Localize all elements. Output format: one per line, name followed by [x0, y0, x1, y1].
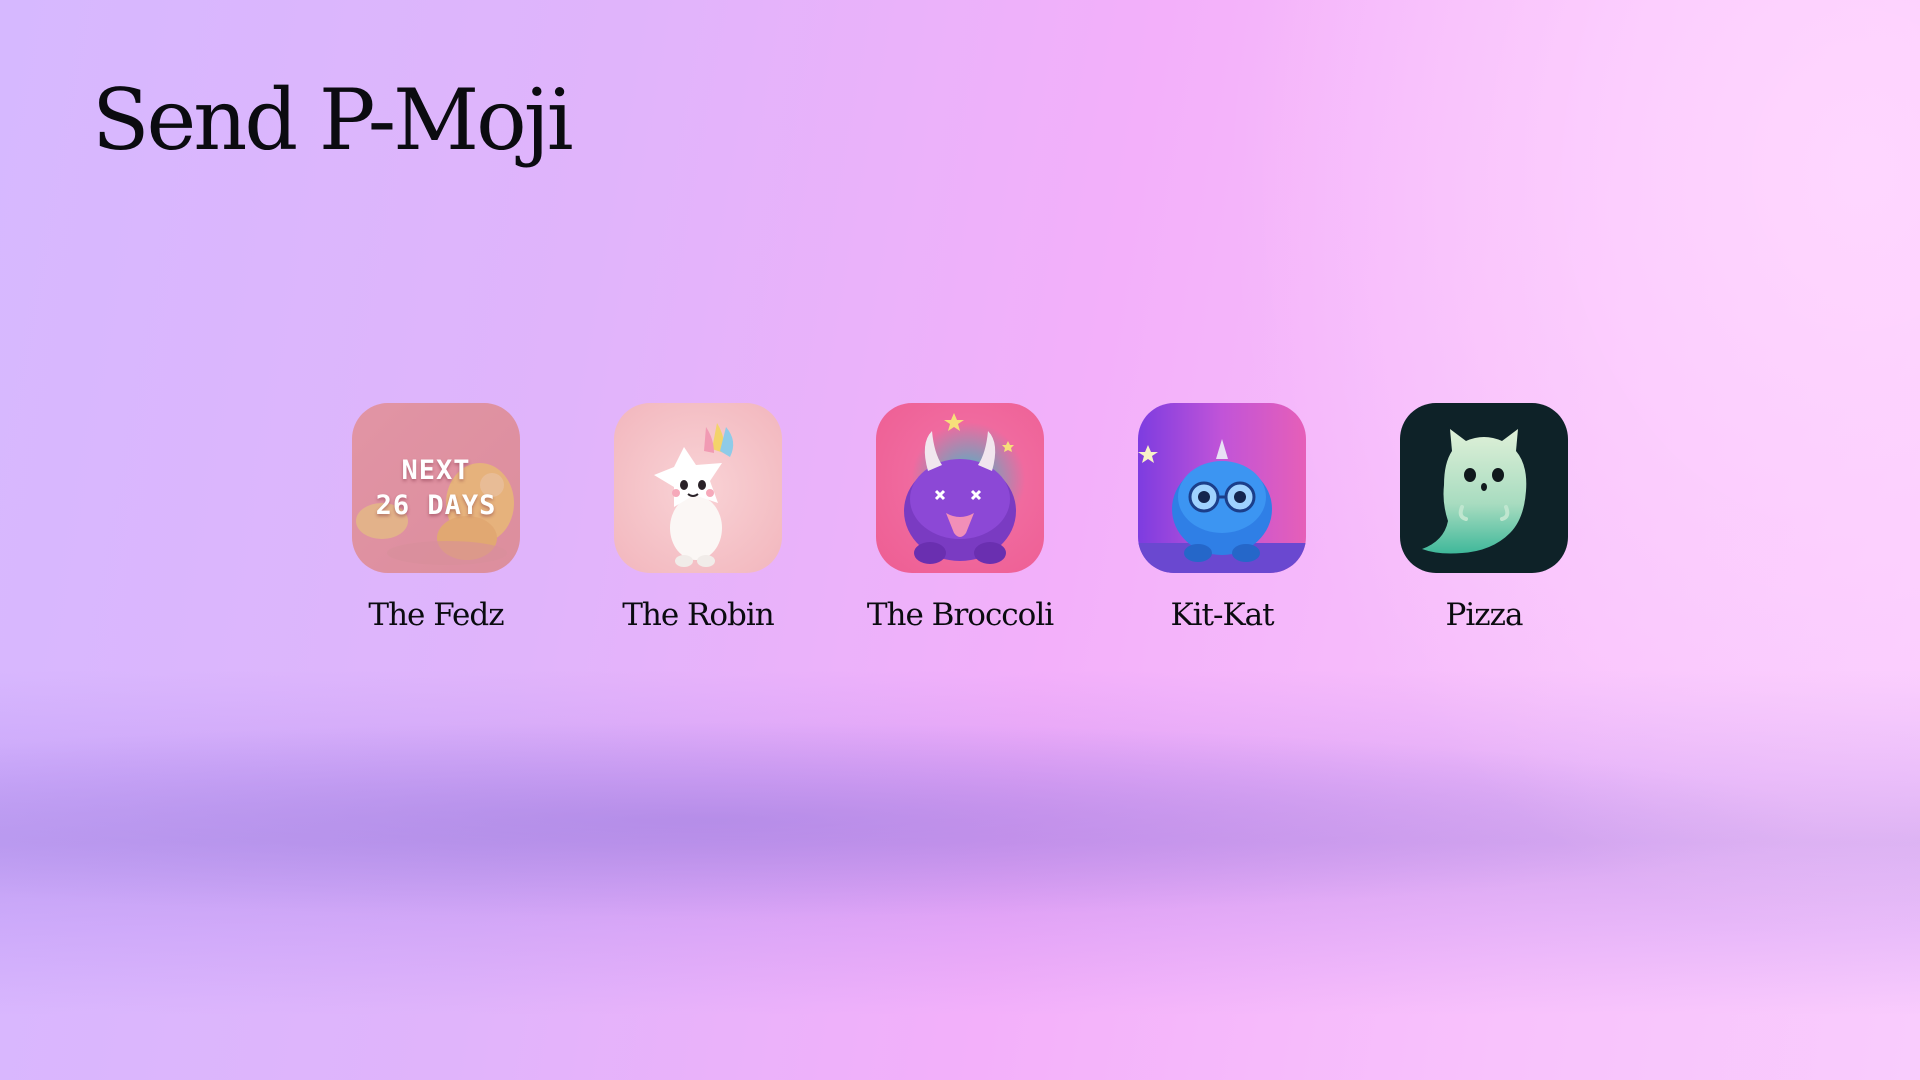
blue-glasses-creature-image [1138, 403, 1306, 573]
lock-countdown: 26 DAYS [375, 490, 497, 521]
moji-card-the-broccoli[interactable]: The Broccoli [867, 403, 1054, 633]
purple-monster-icon[interactable] [876, 403, 1044, 573]
white-star-creature-image [614, 403, 782, 573]
lock-label: NEXT [401, 455, 471, 486]
moji-name: Pizza [1445, 597, 1524, 633]
page-title: Send P-Moji [92, 71, 574, 169]
moji-name: The Fedz [368, 597, 504, 633]
green-ghost-cat-image [1400, 403, 1568, 573]
lock-overlay: NEXT 26 DAYS [352, 403, 520, 573]
blue-glasses-creature-icon[interactable] [1138, 403, 1306, 573]
moji-card-the-robin[interactable]: The Robin [614, 403, 782, 633]
moji-card-pizza[interactable]: Pizza [1400, 403, 1568, 633]
moji-name: The Robin [622, 597, 775, 633]
green-ghost-cat-icon[interactable] [1400, 403, 1568, 573]
moji-card-the-fedz[interactable]: NEXT 26 DAYS The Fedz [352, 403, 520, 633]
moji-list: NEXT 26 DAYS The Fedz The Robin The Broc… [352, 403, 1568, 633]
purple-monster-image [876, 403, 1044, 573]
moji-name: Kit-Kat [1170, 597, 1274, 633]
moji-name: The Broccoli [866, 597, 1054, 633]
white-star-creature-icon[interactable] [614, 403, 782, 573]
yellow-chick-icon[interactable]: NEXT 26 DAYS [352, 403, 520, 573]
moji-card-kit-kat[interactable]: Kit-Kat [1138, 403, 1306, 633]
